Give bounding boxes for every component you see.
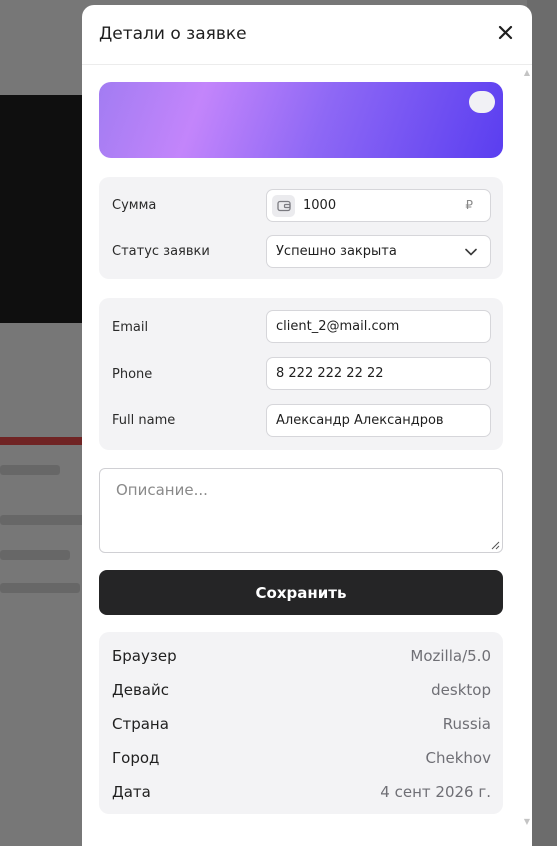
amount-label: Сумма [112,198,157,213]
info-key: Страна [112,715,169,733]
fullname-value: Александр Александров [276,413,444,428]
info-row-browser: Браузер Mozilla/5.0 [112,647,491,667]
info-key: Город [112,749,160,767]
amount-value: 1000 [303,198,337,213]
fullname-field[interactable]: Александр Александров [266,404,491,437]
info-key: Дата [112,783,151,801]
email-label: Email [112,320,149,335]
info-row-date: Дата 4 сент 2026 г. [112,783,491,803]
chevron-down-icon [465,248,477,256]
info-value: 4 сент 2026 г. [380,783,491,801]
info-row-city: Город Chekhov [112,749,491,769]
modal-title: Детали о заявке [99,24,247,44]
scroll-up-arrow[interactable]: ▲ [524,68,530,77]
save-button[interactable]: Сохранить [99,570,503,615]
description-placeholder: Описание... [116,481,208,499]
info-row-country: Страна Russia [112,715,491,735]
phone-field[interactable]: 8 222 222 22 22 [266,357,491,390]
info-key: Девайс [112,681,169,699]
info-row-device: Девайс desktop [112,681,491,701]
request-details-modal: Детали о заявке ▲ ▼ Сумма 1000 ₽ Статус … [82,5,532,846]
contact-card: Email client_2@mail.com Phone 8 222 222 … [99,298,503,450]
info-value: Russia [442,715,491,733]
amount-status-card: Сумма 1000 ₽ Статус заявки Успешно закры… [99,177,503,279]
request-info-card: Браузер Mozilla/5.0 Девайс desktop Стран… [99,632,503,814]
scroll-down-arrow[interactable]: ▼ [524,817,530,826]
info-value: desktop [431,681,491,699]
banner-toggle[interactable] [469,91,495,113]
info-key: Браузер [112,647,177,665]
info-value: Chekhov [425,749,491,767]
gradient-banner [99,82,503,158]
wallet-icon [272,195,295,217]
email-field[interactable]: client_2@mail.com [266,310,491,343]
phone-value: 8 222 222 22 22 [276,366,384,381]
fullname-label: Full name [112,413,176,428]
phone-label: Phone [112,367,153,382]
info-value: Mozilla/5.0 [410,647,491,665]
amount-input[interactable]: 1000 ₽ [266,189,491,222]
close-icon [498,25,512,39]
status-label: Статус заявки [112,244,210,259]
close-button[interactable] [494,21,516,43]
currency-symbol: ₽ [465,198,473,212]
description-textarea[interactable]: Описание... [99,468,503,553]
modal-header: Детали о заявке [82,5,532,65]
status-value: Успешно закрыта [276,244,397,259]
email-value: client_2@mail.com [276,319,400,334]
status-select[interactable]: Успешно закрыта [266,235,491,268]
resize-handle-icon[interactable] [491,541,500,550]
